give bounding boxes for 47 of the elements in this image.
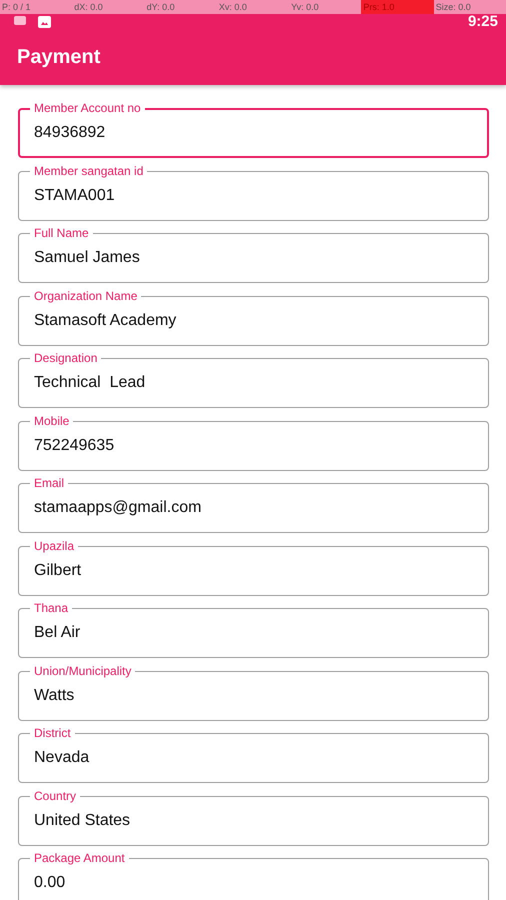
text-field[interactable]: Upazila Gilbert bbox=[18, 538, 489, 596]
text-field[interactable]: Member Account no 84936892 bbox=[18, 100, 489, 158]
screen-title: Payment bbox=[17, 46, 100, 69]
field-value: United States bbox=[34, 812, 130, 830]
field-value: Watts bbox=[34, 686, 74, 704]
text-field[interactable]: Full Name Samuel James bbox=[18, 225, 489, 283]
pointer-reading: dY: 0.0 bbox=[146, 1, 176, 14]
field-label: Member Account no bbox=[30, 101, 145, 115]
field-value: 752249635 bbox=[34, 436, 114, 454]
pointer-reading: dX: 0.0 bbox=[73, 1, 104, 14]
field-label: Email bbox=[30, 476, 68, 490]
text-field[interactable]: Organization Name Stamasoft Academy bbox=[18, 288, 489, 346]
field-label: Upazila bbox=[30, 538, 78, 552]
text-field[interactable]: Country United States bbox=[18, 788, 489, 846]
field-label: Thana bbox=[30, 601, 72, 615]
pointer-reading: Xv: 0.0 bbox=[218, 1, 248, 14]
pointer-reading: Prs: 1.0 bbox=[361, 0, 434, 14]
text-field[interactable]: Designation Technical Lead bbox=[18, 350, 489, 408]
clock: 9:25 bbox=[468, 14, 498, 30]
field-value: STAMA001 bbox=[34, 186, 115, 204]
field-value: Technical Lead bbox=[34, 374, 146, 392]
pointer-reading: Size: 0.0 bbox=[434, 1, 472, 14]
text-field[interactable]: Union/Municipality Watts bbox=[18, 662, 489, 720]
field-label: Designation bbox=[30, 351, 102, 365]
text-field[interactable]: Email stamaapps@gmail.com bbox=[18, 475, 489, 533]
field-value: Samuel James bbox=[34, 249, 140, 267]
field-label: Mobile bbox=[30, 414, 74, 428]
field-value: Stamasoft Academy bbox=[34, 312, 176, 330]
field-label: Full Name bbox=[30, 226, 93, 240]
field-label: Member sangatan id bbox=[30, 164, 148, 178]
field-label: Organization Name bbox=[30, 288, 142, 302]
text-field[interactable]: District Nevada bbox=[18, 725, 489, 783]
field-label: Union/Municipality bbox=[30, 664, 136, 678]
field-value: stamaapps@gmail.com bbox=[34, 499, 202, 517]
field-value: 0.00 bbox=[34, 874, 66, 892]
text-field[interactable]: Mobile 752249635 bbox=[18, 412, 489, 470]
field-label: Country bbox=[30, 788, 80, 802]
field-label: Package Amount bbox=[30, 851, 129, 865]
field-value: Nevada bbox=[34, 749, 90, 767]
field-label: District bbox=[30, 726, 75, 740]
pointer-reading: Yv: 0.0 bbox=[290, 1, 320, 14]
pointer-reading: P: 0 / 1 bbox=[1, 1, 32, 14]
text-field[interactable]: Thana Bel Air bbox=[18, 600, 489, 658]
text-field[interactable]: Member sangatan id STAMA001 bbox=[18, 162, 489, 220]
field-value: Bel Air bbox=[34, 624, 80, 642]
field-value: Gilbert bbox=[34, 562, 82, 580]
field-value: 84936892 bbox=[34, 124, 106, 142]
